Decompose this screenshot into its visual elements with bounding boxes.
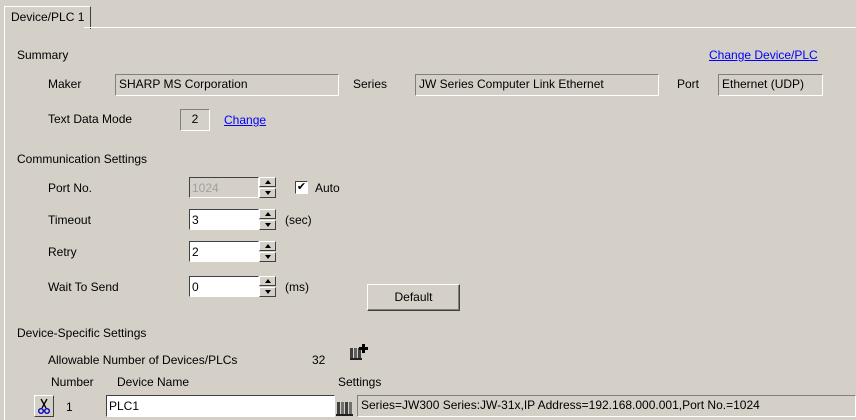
column-number-header: Number xyxy=(51,375,94,389)
device-settings-text: Series=JW300 Series:JW-31x,IP Address=19… xyxy=(361,398,760,412)
text-data-mode-value: 2 xyxy=(191,112,199,126)
spin-up-icon[interactable] xyxy=(259,276,276,286)
tab-label: Device/PLC 1 xyxy=(11,10,85,24)
spin-up-icon[interactable] xyxy=(259,177,276,187)
series-field: JW Series Computer Link Ethernet xyxy=(415,74,659,96)
text-data-mode-change-link[interactable]: Change xyxy=(224,113,266,127)
timeout-unit: (sec) xyxy=(285,213,312,227)
port-no-input[interactable] xyxy=(189,177,259,198)
change-device-plc-link[interactable]: Change Device/PLC xyxy=(709,48,818,62)
allowable-devices-label: Allowable Number of Devices/PLCs xyxy=(48,353,238,367)
column-device-name-header: Device Name xyxy=(117,375,190,389)
device-settings-summary: Series=JW300 Series:JW-31x,IP Address=19… xyxy=(357,395,856,417)
timeout-label: Timeout xyxy=(48,213,91,227)
communication-settings-heading: Communication Settings xyxy=(17,152,148,166)
tab-strip: Device/PLC 1 xyxy=(0,0,856,29)
add-device-icon[interactable] xyxy=(348,342,371,362)
wait-to-send-unit: (ms) xyxy=(285,280,309,294)
text-data-mode-field: 2 xyxy=(180,109,210,131)
port-label: Port xyxy=(677,77,700,91)
allowable-devices-count: 32 xyxy=(312,353,326,367)
maker-value: SHARP MS Corporation xyxy=(119,77,248,91)
timeout-stepper[interactable] xyxy=(259,209,276,230)
maker-label: Maker xyxy=(48,77,82,91)
cut-icon[interactable] xyxy=(34,395,54,417)
default-button-label: Default xyxy=(394,290,433,304)
text-data-mode-label: Text Data Mode xyxy=(48,112,133,126)
port-no-stepper[interactable] xyxy=(259,177,276,198)
port-value: Ethernet (UDP) xyxy=(722,77,805,91)
spin-down-icon[interactable] xyxy=(259,188,276,198)
retry-input[interactable] xyxy=(189,241,259,262)
retry-stepper[interactable] xyxy=(259,241,276,262)
device-specific-settings-heading: Device-Specific Settings xyxy=(17,326,147,340)
column-settings-header: Settings xyxy=(338,375,382,389)
summary-heading: Summary xyxy=(17,48,69,62)
spin-up-icon[interactable] xyxy=(259,241,276,251)
default-button[interactable]: Default xyxy=(367,284,460,311)
table-row: 1 Series=JW300 Series:JW-31x,IP Address=… xyxy=(30,391,856,420)
tab-device-plc-1[interactable]: Device/PLC 1 xyxy=(4,6,92,29)
spin-up-icon[interactable] xyxy=(259,209,276,219)
port-field: Ethernet (UDP) xyxy=(718,74,823,96)
wait-to-send-input[interactable] xyxy=(189,276,259,297)
wait-to-send-stepper[interactable] xyxy=(259,276,276,297)
port-no-label: Port No. xyxy=(48,181,93,195)
series-label: Series xyxy=(353,77,388,91)
spin-down-icon[interactable] xyxy=(259,287,276,297)
auto-label: Auto xyxy=(315,181,340,195)
spin-down-icon[interactable] xyxy=(259,252,276,262)
maker-field: SHARP MS Corporation xyxy=(115,74,339,96)
device-name-input[interactable] xyxy=(106,395,335,417)
device-settings-icon[interactable] xyxy=(335,397,355,417)
wait-to-send-label: Wait To Send xyxy=(48,280,119,294)
timeout-input[interactable] xyxy=(189,209,259,230)
auto-checkbox[interactable]: ✔ xyxy=(295,181,308,194)
spin-down-icon[interactable] xyxy=(259,220,276,230)
series-value: JW Series Computer Link Ethernet xyxy=(419,77,604,91)
device-number: 1 xyxy=(66,400,73,414)
retry-label: Retry xyxy=(48,245,77,259)
